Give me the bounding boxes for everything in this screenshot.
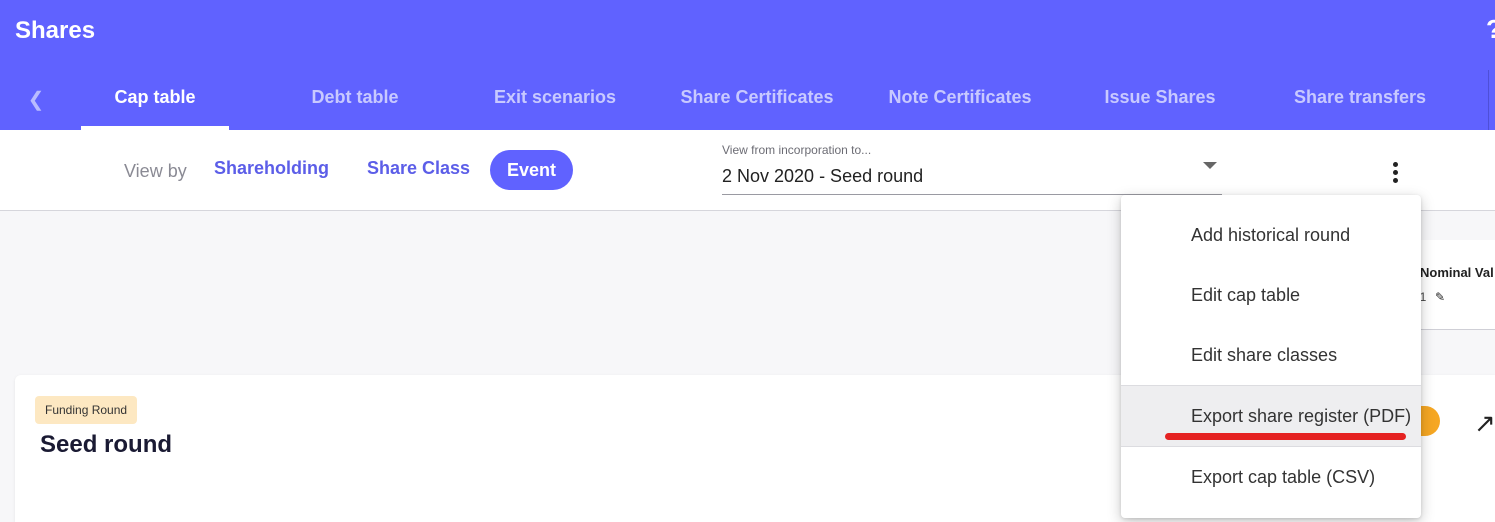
annotation-underline bbox=[1165, 433, 1406, 440]
period-select[interactable]: 2 Nov 2020 - Seed round bbox=[722, 166, 923, 187]
view-by-share-class[interactable]: Share Class bbox=[367, 158, 470, 179]
view-by-event[interactable]: Event bbox=[490, 150, 573, 190]
menu-item-edit-share-classes[interactable]: Edit share classes bbox=[1121, 325, 1421, 385]
caret-down-icon[interactable] bbox=[1203, 162, 1217, 169]
tab-share-certificates[interactable]: Share Certificates bbox=[677, 87, 837, 113]
tab-cap-table[interactable]: Cap table bbox=[81, 87, 229, 113]
period-select-label: View from incorporation to... bbox=[722, 143, 872, 157]
tab-debt-table[interactable]: Debt table bbox=[286, 87, 424, 113]
chevron-left-icon[interactable]: ❮ bbox=[24, 86, 48, 114]
tab-share-transfers[interactable]: Share transfers bbox=[1285, 87, 1435, 113]
menu-item-export-cap-table[interactable]: Export cap table (CSV) bbox=[1121, 447, 1421, 507]
round-title: Seed round bbox=[40, 431, 173, 458]
menu-item-edit-cap-table[interactable]: Edit cap table bbox=[1121, 265, 1421, 325]
view-by-shareholding[interactable]: Shareholding bbox=[214, 158, 329, 179]
page-title: Shares bbox=[15, 17, 96, 44]
more-actions-menu: Add historical round Edit cap table Edit… bbox=[1121, 195, 1421, 518]
kebab-menu-icon[interactable] bbox=[1385, 158, 1405, 186]
tab-exit-scenarios[interactable]: Exit scenarios bbox=[476, 87, 634, 113]
round-type-badge: Funding Round bbox=[35, 396, 138, 424]
tab-divider bbox=[1488, 70, 1489, 130]
tab-note-certificates[interactable]: Note Certificates bbox=[880, 87, 1040, 113]
help-icon[interactable]: ? bbox=[1486, 14, 1495, 45]
view-by-label: View by bbox=[124, 161, 187, 181]
tab-issue-shares[interactable]: Issue Shares bbox=[1090, 87, 1230, 113]
menu-item-add-historical-round[interactable]: Add historical round bbox=[1121, 205, 1421, 265]
arrow-up-right-icon[interactable]: ↗ bbox=[1474, 408, 1495, 439]
nominal-value-header: Nominal Val bbox=[1420, 265, 1494, 280]
pencil-icon[interactable]: ✎ bbox=[1435, 290, 1445, 304]
